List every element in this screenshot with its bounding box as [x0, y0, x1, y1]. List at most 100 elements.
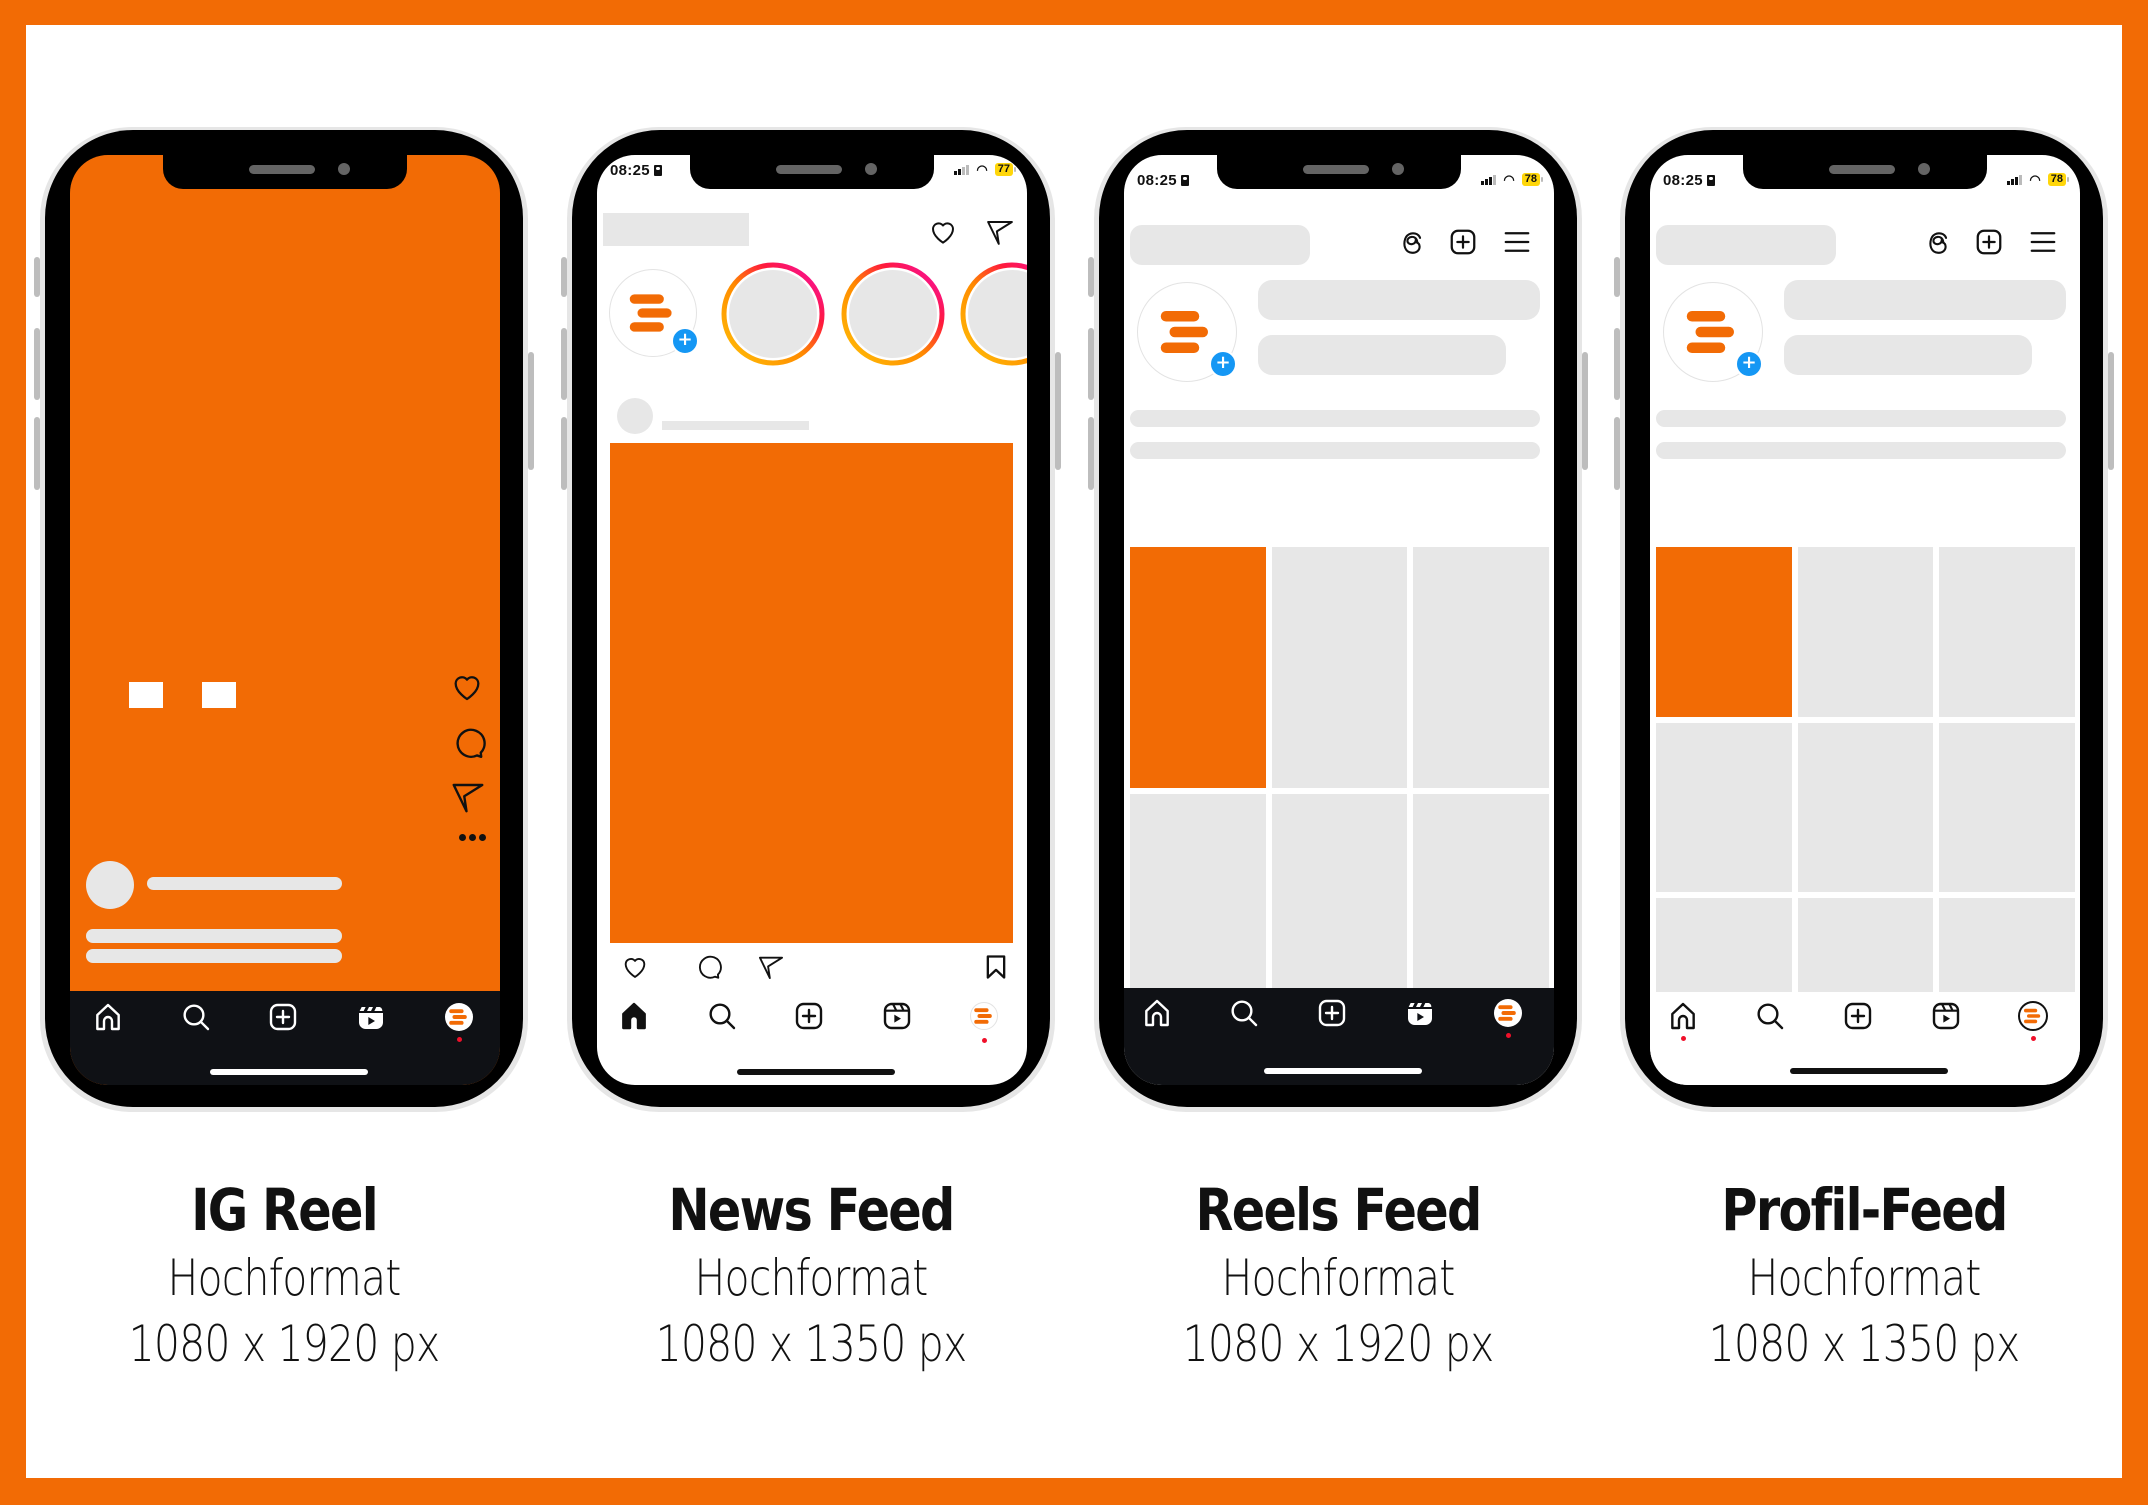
bookmark-icon[interactable] — [982, 953, 1010, 981]
create-icon[interactable] — [267, 1001, 299, 1033]
send-icon[interactable] — [985, 217, 1015, 247]
grid-cell[interactable] — [1939, 547, 2075, 717]
bio-line-2 — [1130, 442, 1540, 459]
home-icon[interactable] — [1141, 997, 1173, 1029]
create-icon[interactable] — [1448, 227, 1478, 257]
story-ring[interactable] — [721, 262, 825, 366]
power-button — [528, 352, 534, 470]
create-icon[interactable] — [1842, 1000, 1874, 1032]
reels-icon[interactable] — [1930, 1000, 1962, 1032]
power-button — [1582, 352, 1588, 470]
format-orientation: Hochformat — [1221, 1249, 1455, 1307]
grid-cell-highlighted[interactable] — [1130, 547, 1266, 789]
search-icon[interactable] — [706, 1000, 738, 1032]
profile-avatar[interactable] — [1492, 997, 1524, 1029]
battery-indicator: 78 — [2047, 173, 2070, 186]
format-orientation: Hochformat — [1747, 1249, 1981, 1307]
grid-cell[interactable] — [1797, 898, 1934, 992]
story-ring[interactable] — [841, 262, 945, 366]
share-icon[interactable] — [757, 953, 785, 981]
grid-cell[interactable] — [1656, 898, 1792, 992]
reel-screen[interactable] — [70, 155, 500, 1085]
add-story-badge[interactable]: + — [1209, 350, 1237, 378]
search-icon[interactable] — [1754, 1000, 1786, 1032]
format-size: 1080 x 1920 px — [1182, 1315, 1495, 1373]
notch — [1743, 155, 1987, 189]
post-image[interactable] — [610, 443, 1013, 943]
add-story-badge[interactable]: + — [671, 327, 699, 355]
more-icon[interactable] — [459, 834, 489, 842]
signal-icon — [2007, 174, 2023, 185]
add-story-badge[interactable]: + — [1735, 350, 1763, 378]
home-icon[interactable] — [92, 1001, 124, 1033]
reel-caption-line-1 — [86, 929, 342, 943]
bottom-nav — [1650, 992, 2080, 1085]
profile-screen: 08:25 ◠ 78 + — [1650, 155, 2080, 1085]
home-indicator — [1790, 1068, 1948, 1074]
power-button — [2108, 352, 2114, 470]
grid-cell[interactable] — [1413, 547, 1549, 789]
phone-ig-reel — [34, 127, 534, 1112]
grid-cell[interactable] — [1797, 722, 1934, 893]
notch — [690, 155, 934, 189]
menu-icon[interactable] — [1502, 227, 1532, 257]
home-icon[interactable] — [618, 1000, 650, 1032]
reels-icon[interactable] — [1404, 997, 1436, 1029]
comment-icon[interactable] — [450, 725, 486, 761]
profile-stats-placeholder — [1258, 280, 1540, 320]
grid-cell[interactable] — [1130, 794, 1266, 988]
create-icon[interactable] — [1316, 997, 1348, 1029]
grid-cell[interactable] — [1939, 722, 2075, 893]
profile-avatar[interactable] — [968, 1000, 1000, 1032]
create-icon[interactable] — [1974, 227, 2004, 257]
battery-indicator: 77 — [994, 163, 1017, 176]
home-indicator — [1264, 1068, 1422, 1074]
threads-icon[interactable] — [1398, 229, 1426, 257]
profile-avatar[interactable] — [2017, 1000, 2049, 1032]
profile-stats-placeholder-2 — [1784, 335, 2032, 375]
search-icon[interactable] — [1228, 997, 1260, 1029]
grid-cell[interactable] — [1413, 794, 1549, 988]
format-orientation: Hochformat — [167, 1249, 401, 1307]
home-icon[interactable] — [1667, 1000, 1699, 1032]
grid-cell[interactable] — [1271, 794, 1408, 988]
heart-icon[interactable] — [450, 670, 484, 704]
search-icon[interactable] — [180, 1001, 212, 1033]
signal-icon — [1481, 174, 1497, 185]
label-reels-feed: Reels Feed Hochformat 1080 x 1920 px — [1078, 1175, 1598, 1377]
wifi-icon: ◠ — [2029, 171, 2041, 187]
username-placeholder — [1130, 225, 1310, 265]
reel-content-block-right — [202, 682, 236, 708]
notification-dot — [982, 1038, 987, 1043]
grid-cell[interactable] — [1656, 722, 1792, 893]
profile-avatar[interactable] — [443, 1001, 475, 1033]
story-ring[interactable] — [960, 262, 1027, 366]
reels-icon[interactable] — [881, 1000, 913, 1032]
notch — [163, 155, 407, 189]
grid-cell-highlighted[interactable] — [1656, 547, 1792, 717]
threads-icon[interactable] — [1924, 229, 1952, 257]
reels-icon[interactable] — [355, 1001, 387, 1033]
profile-screen: 08:25 ◠ 78 + — [1124, 155, 1554, 1085]
like-icon[interactable] — [621, 953, 649, 981]
app-logo-placeholder — [603, 213, 749, 246]
wifi-icon: ◠ — [1503, 171, 1515, 187]
id-card-icon — [1706, 175, 1715, 186]
create-icon[interactable] — [793, 1000, 825, 1032]
grid-cell[interactable] — [1271, 547, 1408, 789]
format-title: IG Reel — [191, 1176, 379, 1244]
label-profil-feed: Profil-Feed Hochformat 1080 x 1350 px — [1604, 1175, 2124, 1377]
menu-icon[interactable] — [2028, 227, 2058, 257]
reel-author-avatar[interactable] — [86, 861, 134, 909]
reel-content-block-left — [129, 682, 163, 708]
grid-cell[interactable] — [1939, 898, 2075, 992]
comment-icon[interactable] — [694, 953, 722, 981]
signal-icon — [954, 164, 970, 175]
heart-icon[interactable] — [928, 217, 958, 247]
format-size: 1080 x 1920 px — [128, 1315, 441, 1373]
post-author-avatar[interactable] — [617, 398, 653, 434]
phone-profil-feed: 08:25 ◠ 78 + — [1614, 127, 2114, 1112]
format-title: Reels Feed — [1195, 1176, 1482, 1244]
grid-cell[interactable] — [1797, 547, 1934, 717]
send-icon[interactable] — [450, 779, 486, 815]
